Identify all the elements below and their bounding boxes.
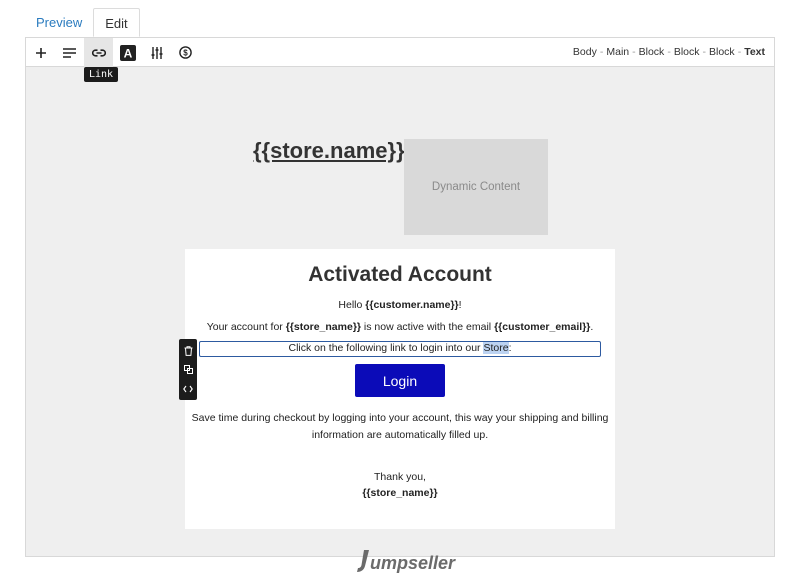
trash-icon bbox=[184, 345, 192, 356]
greeting-text: Hello bbox=[338, 299, 366, 311]
login-button[interactable]: Login bbox=[355, 364, 445, 397]
dynamic-content-button[interactable]: $ bbox=[171, 38, 200, 67]
link-icon bbox=[91, 48, 106, 57]
breadcrumb-item-body[interactable]: Body bbox=[573, 46, 597, 58]
breadcrumb-separator: - bbox=[599, 46, 604, 58]
link-button[interactable] bbox=[84, 38, 113, 67]
svg-text:$: $ bbox=[183, 48, 188, 57]
store-name-var: {{store_name}} bbox=[285, 321, 361, 333]
align-left-icon bbox=[63, 47, 76, 58]
duplicate-block-button[interactable] bbox=[181, 363, 195, 377]
align-button[interactable] bbox=[55, 38, 84, 67]
link-line-text: Click on the following link to login int… bbox=[288, 342, 484, 354]
email-canvas: {{store.name}} Dynamic Content Activated… bbox=[26, 68, 774, 573]
settings-button[interactable] bbox=[142, 38, 171, 67]
account-text-mid: is now active with the email bbox=[361, 321, 495, 333]
add-block-button[interactable] bbox=[26, 38, 55, 67]
delete-block-button[interactable] bbox=[181, 344, 195, 358]
account-text: Your account for bbox=[206, 321, 286, 333]
selected-text-block[interactable]: Click on the following link to login int… bbox=[199, 341, 601, 357]
store-name-heading[interactable]: {{store.name}} bbox=[253, 138, 405, 164]
thanks-line[interactable]: Thank you, bbox=[185, 471, 615, 483]
account-suffix: . bbox=[590, 321, 594, 333]
plus-icon bbox=[35, 47, 46, 58]
text-color-button[interactable]: A bbox=[113, 38, 142, 67]
tab-preview[interactable]: Preview bbox=[25, 8, 93, 37]
editor-tabs: Preview Edit bbox=[25, 8, 140, 37]
logo-text: umpseller bbox=[370, 553, 456, 573]
save-time-line-1[interactable]: Save time during checkout by logging int… bbox=[185, 412, 615, 424]
greeting-suffix: ! bbox=[458, 299, 462, 311]
tab-edit[interactable]: Edit bbox=[93, 8, 140, 37]
breadcrumb-separator: - bbox=[667, 46, 671, 58]
greeting-line[interactable]: Hello {{customer.name}}! bbox=[185, 299, 615, 311]
email-card: Activated Account Hello {{customer.name}… bbox=[185, 249, 615, 529]
code-icon bbox=[183, 385, 193, 392]
signature-line[interactable]: {{store_name}} bbox=[185, 487, 615, 499]
breadcrumb-item-block[interactable]: Block bbox=[709, 46, 735, 58]
editor-toolbar: A $ Link Body - Main - Block - Block - Block - Tex… bbox=[26, 38, 774, 82]
block-actions-toolbar bbox=[179, 339, 197, 400]
breadcrumb-separator: - bbox=[737, 46, 742, 58]
link-line-suffix: : bbox=[508, 342, 512, 354]
breadcrumb-item-block[interactable]: Block bbox=[639, 46, 665, 58]
email-title[interactable]: Activated Account bbox=[185, 263, 615, 287]
dynamic-content-placeholder[interactable]: Dynamic Content bbox=[404, 139, 548, 235]
code-block-button[interactable] bbox=[181, 382, 195, 396]
editor-frame: A $ Link Body - Main - Block - Block - Block - Tex… bbox=[25, 37, 775, 573]
sliders-icon bbox=[151, 46, 162, 59]
customer-email-var: {{customer_email}} bbox=[494, 321, 591, 333]
dollar-circle-icon: $ bbox=[179, 46, 192, 59]
account-line[interactable]: Your account for {{store_name}} is now a… bbox=[185, 321, 615, 333]
text-format-icon: A bbox=[119, 44, 136, 61]
breadcrumb-item-current: Text bbox=[744, 46, 765, 58]
svg-text:A: A bbox=[123, 46, 132, 60]
breadcrumb-separator: - bbox=[702, 46, 707, 58]
breadcrumb-item-main[interactable]: Main bbox=[606, 46, 629, 58]
save-time-line-2[interactable]: information are automatically filled up. bbox=[185, 429, 615, 441]
breadcrumb: Body - Main - Block - Block - Block - Text bbox=[573, 46, 765, 58]
selected-word: Store bbox=[483, 342, 509, 354]
breadcrumb-item-block[interactable]: Block bbox=[674, 46, 700, 58]
breadcrumb-separator: - bbox=[632, 46, 636, 58]
copy-icon bbox=[183, 365, 193, 374]
customer-name-var: {{customer.name}} bbox=[365, 299, 459, 311]
